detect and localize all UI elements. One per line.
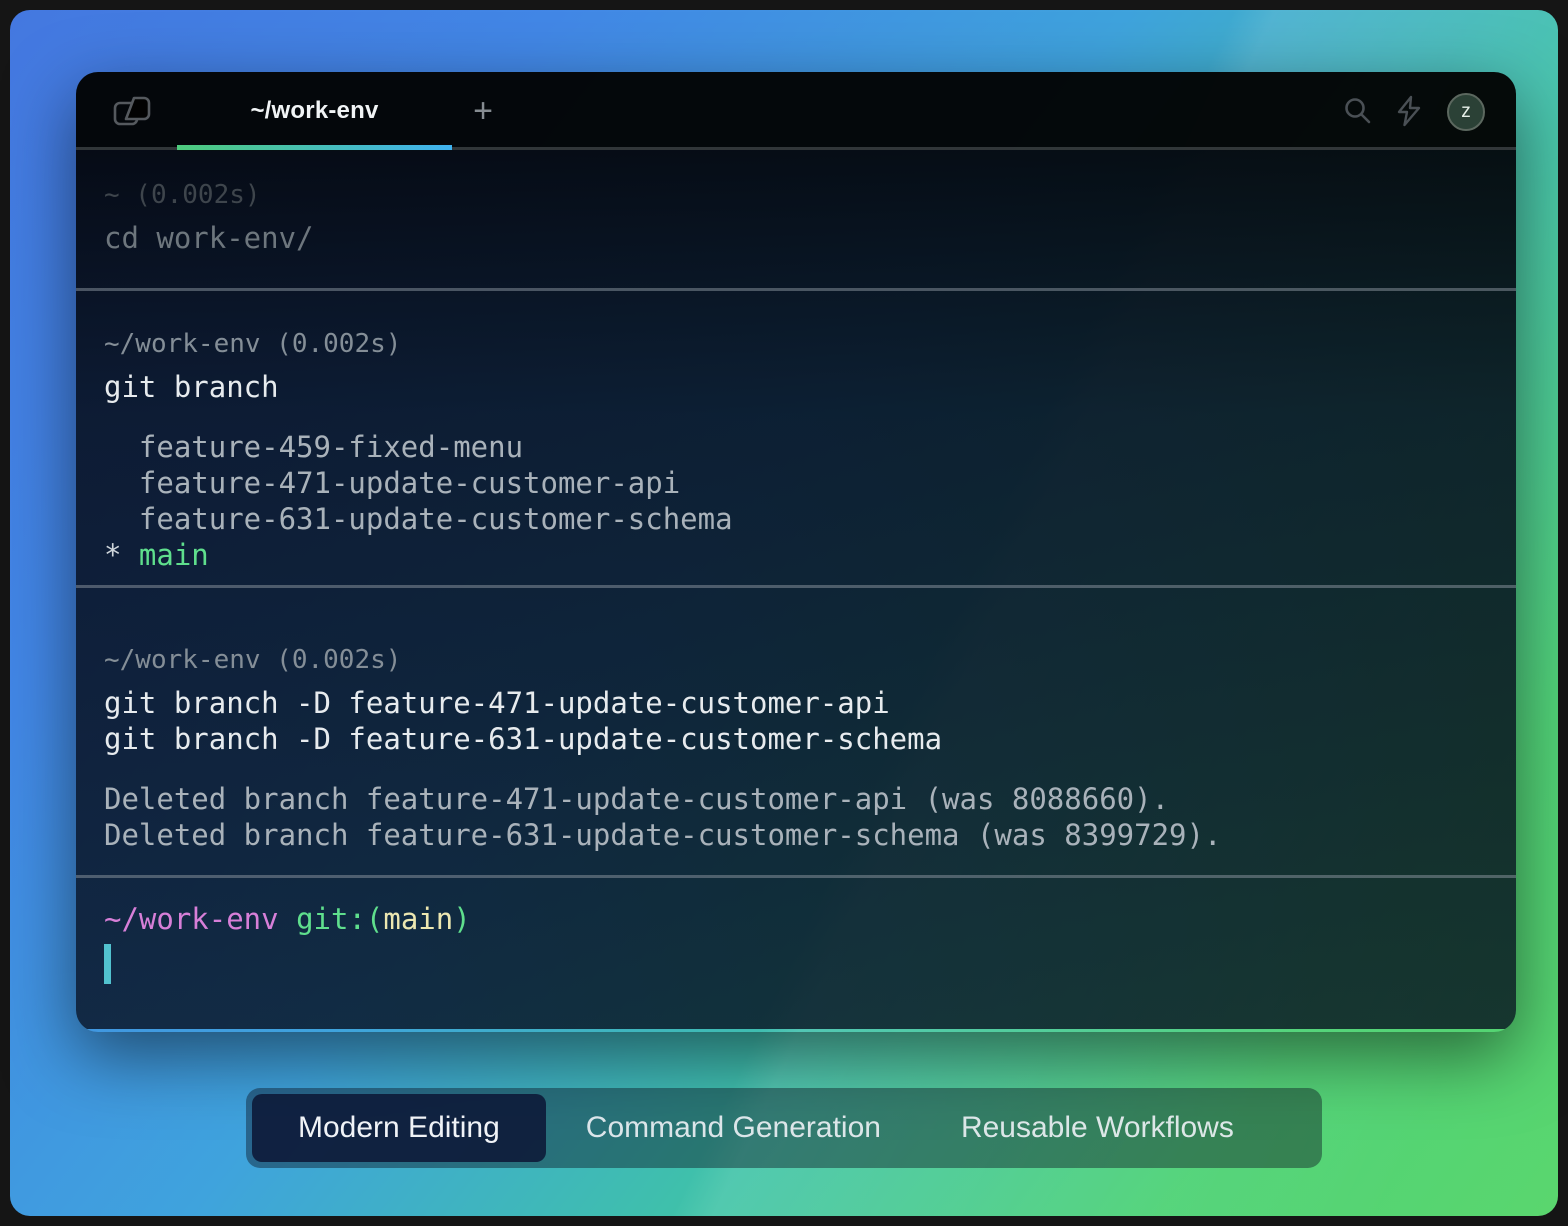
command-group: git branch -D feature-471-update-custome… [104, 685, 1488, 757]
text-cursor [104, 944, 111, 984]
tab-modern-editing[interactable]: Modern Editing [252, 1094, 546, 1162]
tab-command-generation[interactable]: Command Generation [546, 1094, 921, 1162]
prompt-path: ~/work-env [104, 902, 279, 936]
branch-list: feature-459-fixed-menu feature-471-updat… [104, 429, 1488, 573]
current-branch-name: main [139, 538, 209, 572]
ai-command-button[interactable] [1391, 93, 1427, 129]
panes-menu-button[interactable] [110, 93, 154, 129]
lightning-icon [1395, 95, 1423, 127]
output-line: Deleted branch feature-471-update-custom… [104, 781, 1488, 817]
shell-prompt: ~/work-env git:(main) [104, 900, 1488, 938]
command-text: git branch -D feature-631-update-custome… [104, 721, 1488, 757]
panes-icon [113, 96, 151, 126]
new-tab-button[interactable]: + [462, 90, 504, 132]
prompt-git-branch: main [383, 902, 453, 936]
command-text: cd work-env/ [104, 218, 1488, 258]
tab-work-env[interactable]: ~/work-env [177, 72, 452, 150]
prompt-git-close: ) [453, 902, 470, 936]
command-block-git-branch: ~/work-env (0.002s) git branch feature-4… [76, 291, 1516, 585]
current-branch-line: * main [104, 537, 1488, 573]
terminal-window: ~/work-env + z ~ (0.002s) [76, 72, 1516, 1032]
tab-reusable-workflows[interactable]: Reusable Workflows [921, 1094, 1274, 1162]
terminal-content: ~ (0.002s) cd work-env/ ~/work-env (0.00… [76, 150, 1516, 1029]
prompt-git-open: git:( [279, 902, 384, 936]
block-header: ~/work-env (0.002s) [104, 327, 1488, 361]
output-line: Deleted branch feature-631-update-custom… [104, 817, 1488, 853]
command-block-cd: ~ (0.002s) cd work-env/ [76, 150, 1516, 288]
prompt-input-area[interactable]: ~/work-env git:(main) [76, 878, 1516, 984]
command-block-delete-branches: ~/work-env (0.002s) git branch -D featur… [76, 588, 1516, 875]
output-group: Deleted branch feature-471-update-custom… [104, 781, 1488, 853]
search-icon [1342, 96, 1372, 126]
command-text: git branch [104, 367, 1488, 407]
block-header: ~/work-env (0.002s) [104, 643, 1488, 677]
search-button[interactable] [1339, 93, 1375, 129]
branch-line: feature-471-update-customer-api [104, 465, 1488, 501]
block-header: ~ (0.002s) [104, 178, 1488, 212]
branch-line: feature-459-fixed-menu [104, 429, 1488, 465]
feature-tabs-bar: Modern Editing Command Generation Reusab… [246, 1088, 1322, 1168]
branch-line: feature-631-update-customer-schema [104, 501, 1488, 537]
user-avatar[interactable]: z [1447, 93, 1485, 131]
current-branch-marker: * [104, 538, 139, 572]
avatar-initial: z [1461, 101, 1471, 123]
tab-title: ~/work-env [250, 97, 378, 125]
titlebar: ~/work-env + z [76, 72, 1516, 150]
command-text: git branch -D feature-471-update-custome… [104, 685, 1488, 721]
